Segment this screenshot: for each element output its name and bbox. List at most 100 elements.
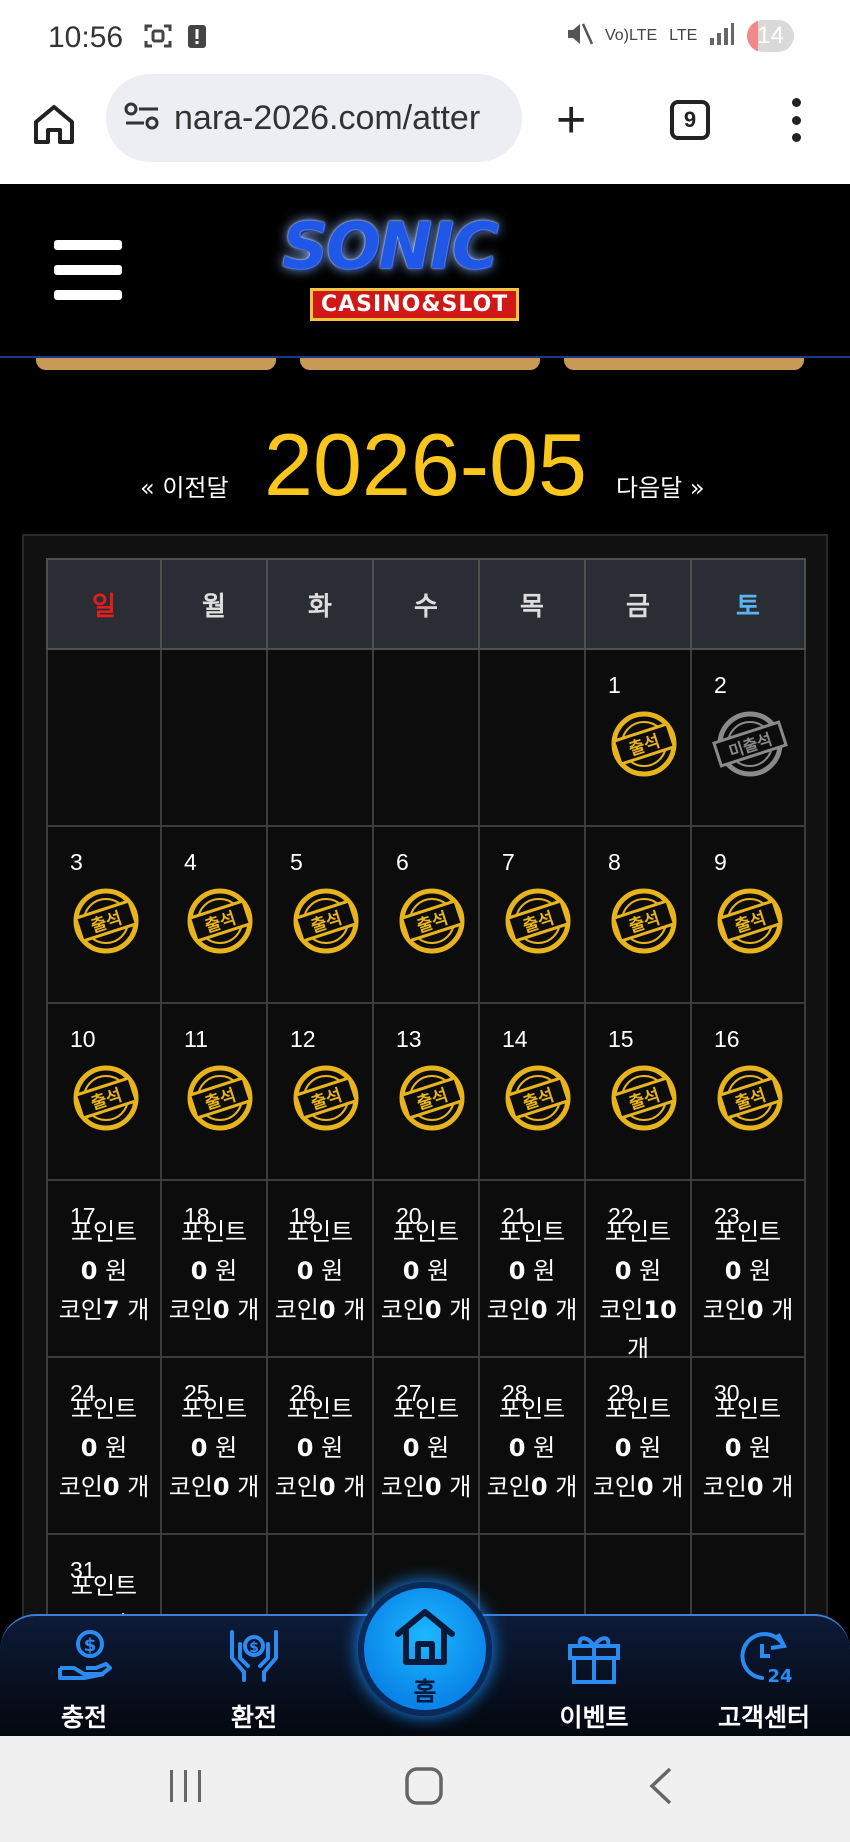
calendar-day-cell: 5 출석	[266, 825, 374, 1004]
day-reward-info: 포인트0 원코인0 개	[480, 1390, 584, 1507]
calendar-day-cell: 8 출석	[584, 825, 692, 1004]
point-unit: 원	[105, 1257, 128, 1285]
calendar-day-cell: 27 포인트 0 원 코인0 개	[372, 1356, 480, 1535]
coin-label: 코인	[486, 1296, 531, 1324]
day-reward-info: 포인트0 원코인0 개	[48, 1390, 160, 1507]
calendar-week-row: 17 포인트 0 원 코인7 개 18 포인트 0 원 코인0 개 19 포인트 0 원 코인0 개2…	[46, 1179, 806, 1363]
attendance-stamp-icon: 출석	[710, 881, 790, 961]
coin-row: 코인0 개	[374, 1468, 478, 1507]
coin-unit: 개	[237, 1473, 260, 1501]
calendar-empty-cell	[266, 648, 374, 827]
nav-charge-label: 충전	[60, 1703, 107, 1732]
point-value-row: 0 원	[586, 1429, 690, 1468]
coin-value: 10	[643, 1296, 677, 1324]
point-unit: 원	[533, 1257, 556, 1285]
weekday-header: 화	[266, 558, 374, 650]
address-bar[interactable]: nara-2026.com/atter	[106, 74, 522, 162]
point-unit: 원	[427, 1434, 450, 1462]
day-reward-info: 포인트0 원코인0 개	[268, 1390, 372, 1507]
coin-row: 코인0 개	[48, 1468, 160, 1507]
nav-home[interactable]: 홈	[358, 1582, 492, 1716]
calendar-day-cell: 16 출석	[690, 1002, 806, 1181]
attendance-stamp-icon: 출석	[180, 881, 260, 961]
coin-unit: 개	[343, 1473, 366, 1501]
month-title: 2026-05	[264, 415, 587, 514]
coin-value: 0	[318, 1296, 336, 1324]
hamburger-menu-icon[interactable]	[54, 240, 122, 300]
point-value: 0	[402, 1434, 420, 1462]
site-logo[interactable]: SONIC CASINO&SLOT	[262, 202, 592, 332]
day-number: 5	[290, 849, 303, 875]
attendance-stamp-icon: 출석	[66, 1058, 146, 1138]
recent-apps-icon[interactable]	[168, 1766, 204, 1810]
point-value-row: 0 원	[480, 1252, 584, 1291]
svg-text:24: 24	[767, 1666, 792, 1687]
coin-value: 0	[530, 1473, 548, 1501]
tab-switcher-button[interactable]: 9	[670, 100, 710, 140]
charge-icon: $	[58, 1630, 112, 1680]
gold-tab[interactable]	[300, 358, 540, 370]
new-tab-button[interactable]: +	[556, 94, 586, 146]
point-value-row: 0 원	[48, 1429, 160, 1468]
volte-label: Vo)LTE	[604, 27, 658, 44]
month-navigation: « 이전달 2026-05 다음달 »	[0, 400, 850, 514]
coin-unit: 개	[771, 1473, 794, 1501]
calendar-day-cell: 6 출석	[372, 825, 480, 1004]
back-icon[interactable]	[648, 1766, 674, 1810]
day-number: 7	[502, 849, 515, 875]
attendance-calendar: 일 월 화 수 목 금 토 1 출석 2 미출석 3 출석 4 출석 5 출석 6 출석 7 출석 8 출석 9…	[46, 558, 806, 1712]
calendar-empty-cell	[46, 648, 162, 827]
point-value: 0	[80, 1257, 98, 1285]
coin-unit: 개	[237, 1296, 260, 1324]
nav-event[interactable]: 이벤트	[534, 1624, 654, 1734]
day-number: 1	[608, 672, 621, 698]
point-label: 포인트	[498, 1218, 566, 1246]
attendance-stamp-icon: 출석	[392, 1058, 472, 1138]
point-value-row: 0 원	[374, 1429, 478, 1468]
point-unit: 원	[105, 1434, 128, 1462]
browser-home-icon[interactable]	[30, 100, 78, 148]
point-label: 포인트	[286, 1218, 354, 1246]
attendance-stamp-icon: 출석	[392, 881, 472, 961]
day-number: 6	[396, 849, 409, 875]
attendance-stamp-icon: 출석	[604, 704, 684, 784]
point-value: 0	[508, 1257, 526, 1285]
coin-label: 코인	[168, 1473, 213, 1501]
nav-exchange-label: 환전	[230, 1703, 277, 1732]
coin-value: 0	[530, 1296, 548, 1324]
point-unit: 원	[427, 1257, 450, 1285]
nav-home-label: 홈	[413, 1677, 437, 1706]
calendar-day-cell: 22 포인트 0 원 코인10 개	[584, 1179, 692, 1363]
calendar-day-cell: 15 출석	[584, 1002, 692, 1181]
nav-support[interactable]: 24 고객센터	[704, 1624, 824, 1734]
coin-unit: 개	[661, 1473, 684, 1501]
day-reward-info: 포인트0 원코인0 개	[162, 1213, 266, 1330]
coin-value: 0	[636, 1473, 654, 1501]
gold-tab[interactable]	[564, 358, 804, 370]
gold-tab[interactable]	[36, 358, 276, 370]
browser-menu-icon[interactable]	[790, 98, 802, 142]
nav-charge[interactable]: $ 충전	[24, 1624, 144, 1734]
coin-row: 코인0 개	[374, 1291, 478, 1330]
calendar-day-cell: 3 출석	[46, 825, 162, 1004]
day-number: 12	[290, 1026, 316, 1052]
day-reward-info: 포인트0 원코인0 개	[162, 1390, 266, 1507]
signal-icon	[709, 22, 735, 50]
site-settings-icon[interactable]	[124, 101, 160, 135]
coin-row: 코인7 개	[48, 1291, 160, 1330]
nav-exchange[interactable]: $ 환전	[194, 1624, 314, 1734]
coin-row: 코인0 개	[586, 1468, 690, 1507]
day-reward-info: 포인트0 원코인0 개	[480, 1213, 584, 1330]
day-reward-info: 포인트 0 원 코인10 개	[586, 1213, 690, 1369]
prev-month-link[interactable]: « 이전달	[140, 468, 229, 503]
coin-row: 코인0 개	[692, 1291, 804, 1330]
calendar-day-cell: 25 포인트 0 원 코인0 개	[160, 1356, 268, 1535]
coin-value: 7	[102, 1296, 120, 1324]
calendar-day-cell: 7 출석	[478, 825, 586, 1004]
point-value: 0	[296, 1434, 314, 1462]
weekday-header: 수	[372, 558, 480, 650]
calendar-day-cell: 2 미출석	[690, 648, 806, 827]
home-system-icon[interactable]	[404, 1766, 444, 1810]
next-month-link[interactable]: 다음달 »	[616, 468, 705, 503]
day-reward-info: 포인트0 원코인0 개	[374, 1213, 478, 1330]
